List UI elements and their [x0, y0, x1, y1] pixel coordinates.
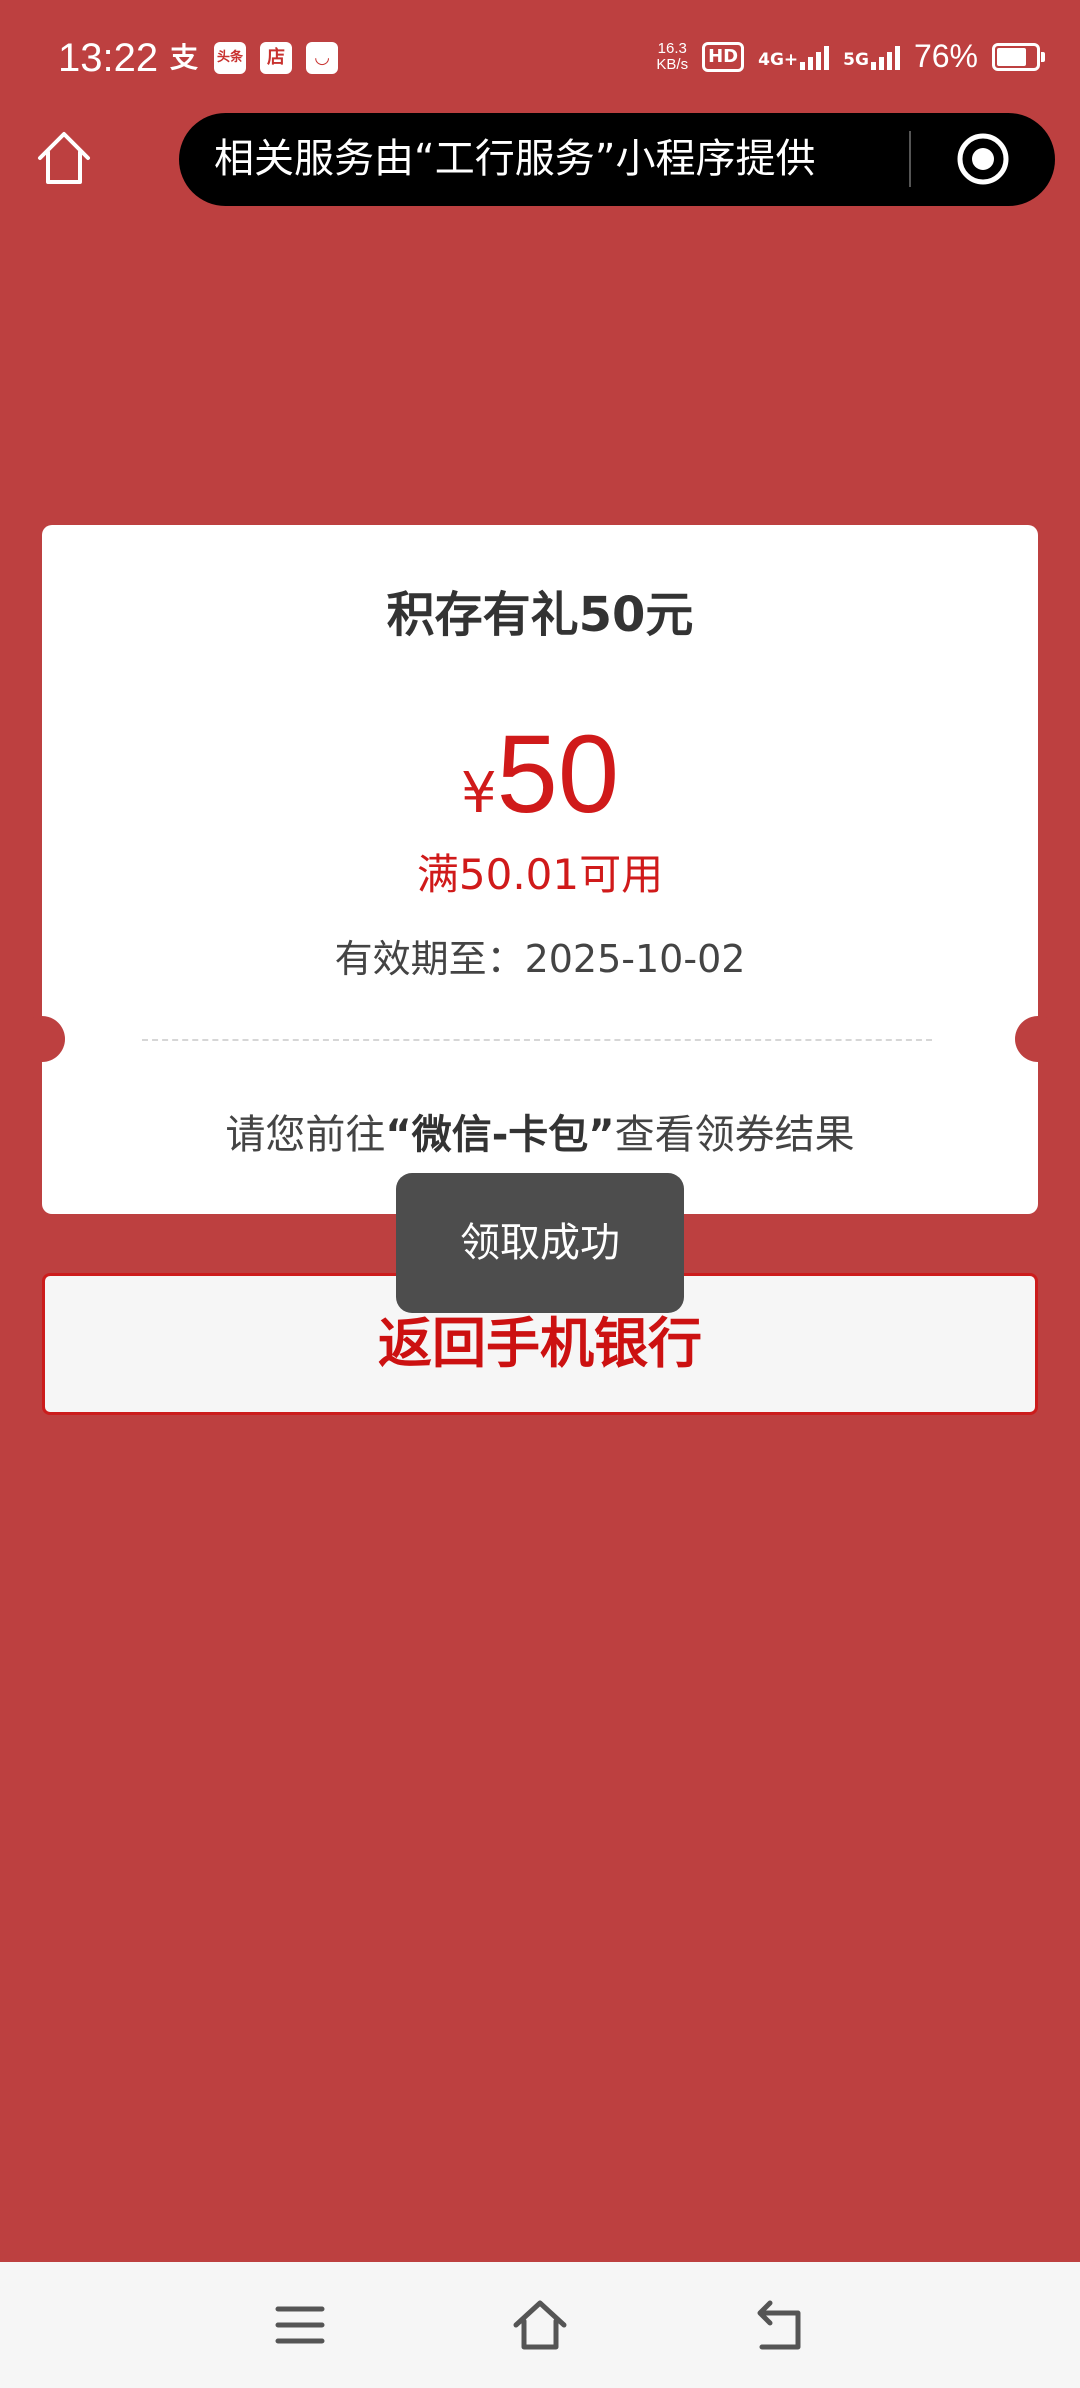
- home-icon: [513, 2300, 567, 2350]
- coupon-value: 50: [496, 713, 619, 836]
- system-navigation-bar: [0, 2262, 1080, 2388]
- hd-voice-badge: HD: [702, 41, 745, 72]
- home-button[interactable]: [32, 126, 96, 190]
- toutiao-icon: 头条: [214, 42, 246, 74]
- signal-bars-icon: [870, 44, 900, 70]
- hint-text-before: 请您前往: [225, 1112, 386, 1158]
- network-type-4g: 4G+: [758, 49, 799, 70]
- coupon-card: 积存有礼50元 ¥50 满50.01可用 有效期至：2025-10-02 请您前…: [19, 525, 1061, 1214]
- menu-button[interactable]: [270, 2295, 330, 2355]
- back-button[interactable]: [750, 2295, 810, 2355]
- shopping-bag-icon: ◡: [306, 42, 338, 74]
- capsule-divider: [909, 131, 911, 187]
- coupon-hint: 请您前往“微信-卡包”查看领券结果: [42, 1105, 1038, 1165]
- signal-4g: 4G+: [758, 44, 830, 70]
- signal-5g: 5G: [843, 44, 900, 70]
- coupon-validity: 有效期至：2025-10-02: [334, 937, 746, 981]
- hint-text-after: 查看领券结果: [614, 1112, 855, 1158]
- mini-program-capsule: 相关服务由“工行服务”小程序提供: [179, 113, 1055, 206]
- status-app-icons: 支 头条 店 ◡: [168, 42, 338, 74]
- target-icon: [957, 133, 1009, 185]
- status-time: 13:22: [58, 36, 159, 80]
- network-speed-unit: KB/s: [656, 55, 689, 73]
- coupon-title: 积存有礼50元: [386, 587, 694, 643]
- currency-symbol: ¥: [461, 761, 497, 826]
- coupon-amount: ¥50: [42, 705, 1038, 845]
- network-type-5g: 5G: [843, 49, 869, 70]
- nav-home-button[interactable]: [510, 2295, 570, 2355]
- battery-percent: 76%: [913, 38, 978, 74]
- divider: [142, 1039, 932, 1041]
- card-notch-left: [19, 1016, 65, 1062]
- hint-text-wallet: “微信-卡包”: [385, 1112, 615, 1158]
- battery-icon: [992, 42, 1045, 71]
- battery-level: [997, 47, 1026, 66]
- status-indicators: 16.3 KB/s HD 4G+ 5G 76%: [656, 38, 1045, 75]
- shopping-app-icon: 店: [260, 42, 292, 74]
- service-notice: 相关服务由“工行服务”小程序提供: [214, 136, 816, 182]
- close-mini-program-button[interactable]: [955, 131, 1011, 187]
- back-icon: [757, 2300, 801, 2350]
- network-speed-value: 16.3: [657, 39, 687, 57]
- status-bar: 13:22 支 头条 店 ◡ 16.3 KB/s HD 4G+ 5G 76%: [0, 0, 1080, 118]
- alipay-icon: 支: [169, 41, 198, 74]
- success-toast: 领取成功: [396, 1173, 684, 1313]
- coupon-condition: 满50.01可用: [416, 850, 664, 899]
- home-icon: [38, 132, 90, 184]
- menu-icon: [275, 2306, 325, 2344]
- signal-bars-icon: [800, 44, 830, 70]
- card-notch-right: [1015, 1016, 1061, 1062]
- network-speed: 16.3 KB/s: [656, 39, 689, 73]
